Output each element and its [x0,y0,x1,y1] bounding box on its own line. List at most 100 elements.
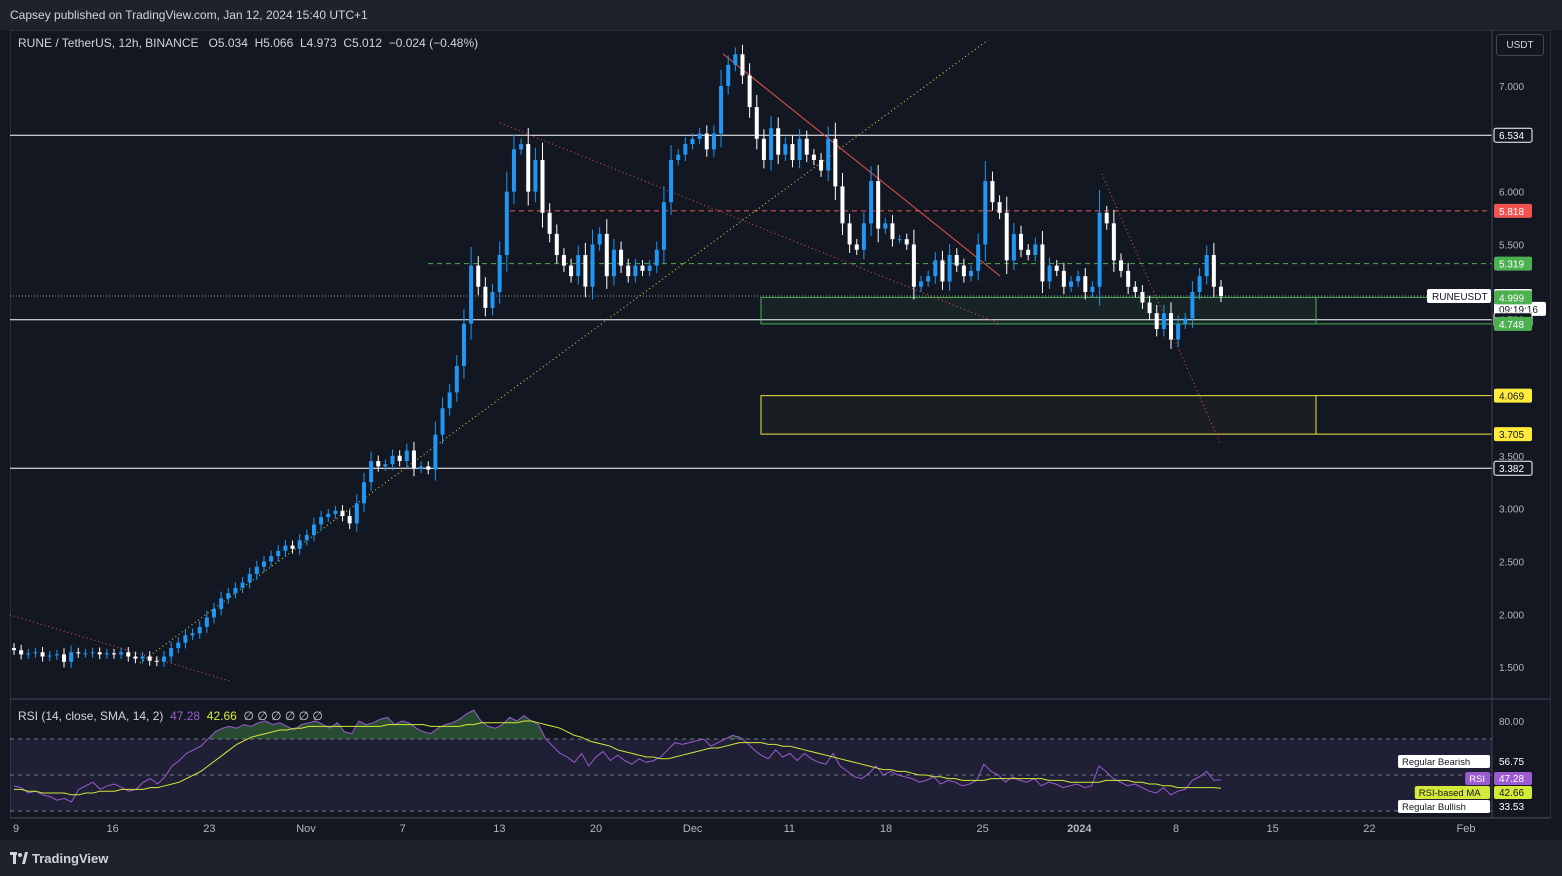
candle-body [761,138,766,160]
candle-body [1033,244,1038,256]
time-tick-7: Dec [683,823,703,835]
open-value: 5.034 [217,36,248,50]
downtrend-line [722,53,1001,277]
rsi-tick-0: 80.00 [1499,717,1524,728]
candle-body [861,223,866,250]
price-tick-4: 3.000 [1499,505,1524,516]
candle-body [790,144,795,160]
price-tick-7: 1.500 [1499,663,1524,674]
candle-body [833,138,838,187]
candle-body [1147,302,1152,314]
time-tick-8: 11 [784,823,795,835]
candle-body [340,510,345,516]
candle-body [147,656,152,661]
candle-body [969,270,974,277]
rsi-value-2: 42.66 [1499,788,1524,799]
candle-body [654,249,659,266]
candle-body [1076,276,1081,282]
time-tick-1: 16 [107,823,119,835]
time-tick-3: Nov [296,823,316,835]
candle-body [669,159,674,203]
candles [12,44,1223,668]
support-zone [760,296,1317,325]
symbol-legend[interactable]: RUNE / TetherUS, 12h, BINANCE O5.034 H5.… [18,36,478,50]
candle-body [897,239,902,241]
candle-body [504,191,509,256]
demand-zone [760,395,1317,435]
candle-body [1083,276,1088,293]
candle-body [1111,223,1116,261]
price-label-5.319: 5.319 [1499,260,1524,271]
candle-body [369,461,374,483]
candle-body [611,249,616,277]
candle-body [961,265,966,277]
candle-body [711,133,716,150]
candle-body [604,233,609,277]
price-label-4.748: 4.748 [1499,320,1524,331]
candle-body [311,524,316,536]
candle-body [1204,255,1209,277]
candle-body [640,265,645,271]
rsi-title: RSI (14, close, SMA, 14, 2) [18,709,164,723]
currency-button[interactable]: USDT [1496,34,1544,56]
candle-body [990,181,995,203]
candle-body [111,653,116,655]
rsi-tag-2: RSI-based MA [1419,788,1481,799]
candle-body [497,255,502,293]
candle-body [104,653,109,655]
candle-body [140,656,145,659]
price-label-6.534: 6.534 [1499,131,1524,142]
rsi-tag-3: Regular Bullish [1402,802,1466,813]
candle-body [1097,212,1102,287]
candle-body [811,154,816,160]
rsi-tag-1: RSI [1469,774,1485,785]
candle-body [461,323,466,366]
candle-body [1054,265,1059,271]
candle-body [26,653,31,655]
candle-body [911,244,916,287]
candle-body [469,265,474,324]
candle-body [1154,313,1159,329]
rsi-tag-0: Regular Bearish [1402,757,1470,768]
candle-body [519,144,524,150]
candle-body [119,652,124,655]
chart-canvas[interactable]: 7.0006.0005.5003.5003.0002.5002.0001.500… [0,0,1562,876]
candle-body [647,265,652,271]
price-label-3.382: 3.382 [1499,464,1524,475]
time-tick-2: 23 [203,823,215,835]
tradingview-logo-icon [10,852,28,864]
candle-body [1190,292,1195,319]
candle-body [983,181,988,245]
candle-body [883,223,888,229]
candle-body [740,54,745,76]
candle-body [476,265,481,287]
candle-body [261,561,266,567]
time-tick-0: 9 [13,823,19,835]
rsi-legend[interactable]: RSI (14, close, SMA, 14, 2) 47.28 42.66 … [18,709,323,723]
candle-body [61,654,66,662]
candle-body [583,255,588,287]
candle-body [33,652,38,654]
candle-body [1090,286,1095,293]
candle-body [819,159,824,171]
candle-body [676,154,681,160]
candle-body [283,545,288,551]
candle-body [1104,212,1109,224]
candle-body [354,503,359,524]
candle-body [1004,212,1009,261]
candle-body [276,550,281,557]
candle-body [904,239,909,245]
candle-body [12,648,16,651]
tradingview-logo[interactable]: TradingView [10,851,108,866]
candle-body [154,660,159,662]
candle-body [176,642,181,649]
candle-body [376,461,381,467]
rsi-ma-value: 42.66 [206,709,237,723]
time-tick-14: 22 [1363,823,1375,835]
time-tick-15: Feb [1457,823,1476,835]
candle-body [661,202,666,250]
candle-body [733,54,738,65]
mid-downtrend-line [499,122,999,324]
candle-body [1061,270,1066,287]
candle-body [804,138,809,155]
